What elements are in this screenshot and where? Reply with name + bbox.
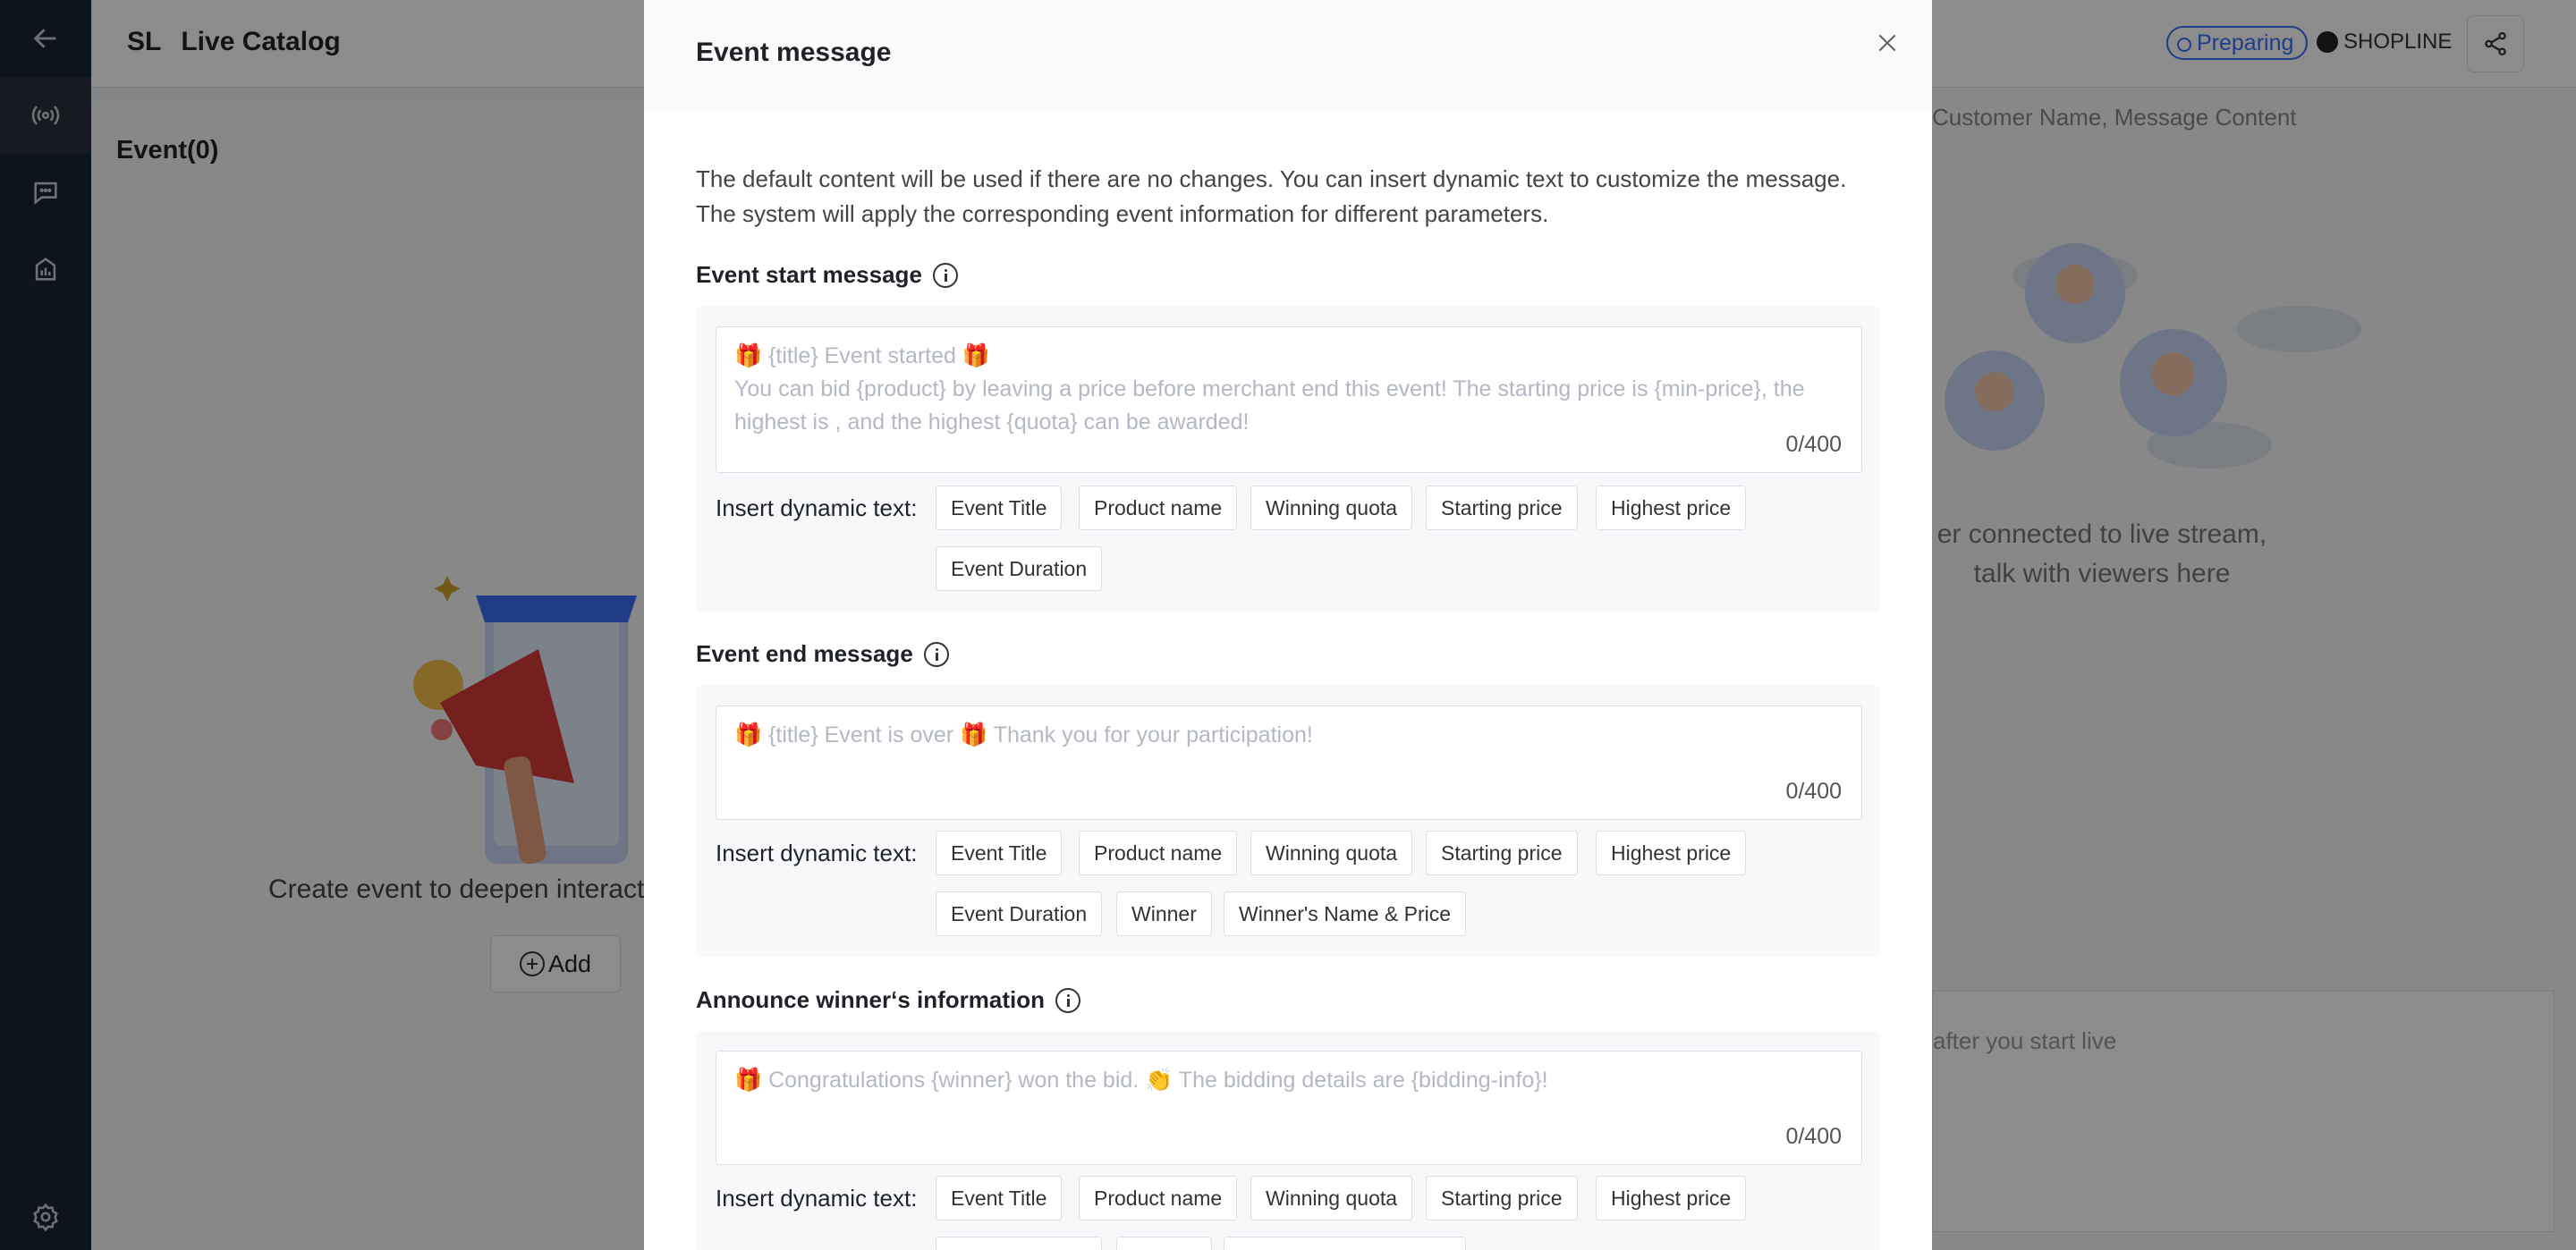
info-icon[interactable] bbox=[932, 262, 958, 288]
chip-product-name[interactable]: Product name bbox=[1079, 486, 1238, 530]
chip-highest-price[interactable]: Highest price bbox=[1596, 831, 1747, 875]
chip-winner[interactable]: Winner bbox=[1116, 891, 1212, 936]
chip-winning-quota[interactable]: Winning quota bbox=[1250, 1176, 1413, 1220]
chip-product-name[interactable]: Product name bbox=[1079, 831, 1238, 875]
chip-winner-name-price[interactable]: Winner's Name & Price bbox=[1224, 1237, 1467, 1250]
close-icon bbox=[1878, 34, 1896, 52]
announce-winner-textarea[interactable]: 🎁 Congratulations {winner} won the bid. … bbox=[716, 1051, 1862, 1165]
dynamic-text-label: Insert dynamic text: bbox=[716, 494, 918, 521]
info-icon[interactable] bbox=[1055, 987, 1081, 1013]
announce-winner-card: 🎁 Congratulations {winner} won the bid. … bbox=[696, 1031, 1880, 1250]
event-end-card: 🎁 {title} Event is over 🎁 Thank you for … bbox=[696, 686, 1880, 957]
announce-winner-label: Announce winner‘s information bbox=[696, 986, 1081, 1014]
dialog-title: Event message bbox=[696, 38, 892, 67]
chip-event-duration[interactable]: Event Duration bbox=[936, 1237, 1103, 1250]
chip-event-duration[interactable]: Event Duration bbox=[936, 891, 1103, 936]
event-start-textarea[interactable]: 🎁 {title} Event started 🎁 You can bid {p… bbox=[716, 326, 1862, 473]
chip-product-name[interactable]: Product name bbox=[1079, 1176, 1238, 1220]
event-end-label-text: Event end message bbox=[696, 640, 913, 667]
chip-highest-price[interactable]: Highest price bbox=[1596, 486, 1747, 530]
dialog-intro-text: The default content will be used if ther… bbox=[696, 165, 1847, 227]
event-message-dialog: Event message The default content will b… bbox=[644, 0, 1932, 1250]
event-end-placeholder: 🎁 {title} Event is over 🎁 Thank you for … bbox=[734, 722, 1313, 747]
chip-winning-quota[interactable]: Winning quota bbox=[1250, 486, 1413, 530]
event-start-card: 🎁 {title} Event started 🎁 You can bid {p… bbox=[696, 307, 1880, 612]
announce-winner-label-text: Announce winner‘s information bbox=[696, 986, 1046, 1013]
event-start-placeholder: 🎁 {title} Event started 🎁 You can bid {p… bbox=[734, 343, 1805, 435]
chip-winner[interactable]: Winner bbox=[1116, 1237, 1212, 1250]
chip-event-title[interactable]: Event Title bbox=[936, 831, 1063, 875]
event-end-counter: 0/400 bbox=[1785, 779, 1842, 804]
announce-winner-counter: 0/400 bbox=[1785, 1124, 1842, 1149]
event-start-label: Event start message bbox=[696, 261, 958, 289]
dynamic-text-label: Insert dynamic text: bbox=[716, 840, 918, 866]
chip-starting-price[interactable]: Starting price bbox=[1426, 831, 1578, 875]
announce-winner-placeholder: 🎁 Congratulations {winner} won the bid. … bbox=[734, 1068, 1548, 1093]
event-end-textarea[interactable]: 🎁 {title} Event is over 🎁 Thank you for … bbox=[716, 705, 1862, 820]
info-icon[interactable] bbox=[923, 641, 949, 667]
chip-event-title[interactable]: Event Title bbox=[936, 486, 1063, 530]
chip-winning-quota[interactable]: Winning quota bbox=[1250, 831, 1413, 875]
chip-starting-price[interactable]: Starting price bbox=[1426, 486, 1578, 530]
dialog-header: Event message bbox=[644, 0, 1932, 111]
event-start-counter: 0/400 bbox=[1785, 432, 1842, 457]
chip-event-duration[interactable]: Event Duration bbox=[936, 546, 1103, 591]
event-start-label-text: Event start message bbox=[696, 261, 922, 288]
chip-winner-name-price[interactable]: Winner's Name & Price bbox=[1224, 891, 1467, 936]
event-end-label: Event end message bbox=[696, 640, 949, 668]
chip-event-title[interactable]: Event Title bbox=[936, 1176, 1063, 1220]
dynamic-text-label: Insert dynamic text: bbox=[716, 1185, 918, 1212]
close-button[interactable] bbox=[1871, 27, 1903, 59]
chip-highest-price[interactable]: Highest price bbox=[1596, 1176, 1747, 1220]
chip-starting-price[interactable]: Starting price bbox=[1426, 1176, 1578, 1220]
